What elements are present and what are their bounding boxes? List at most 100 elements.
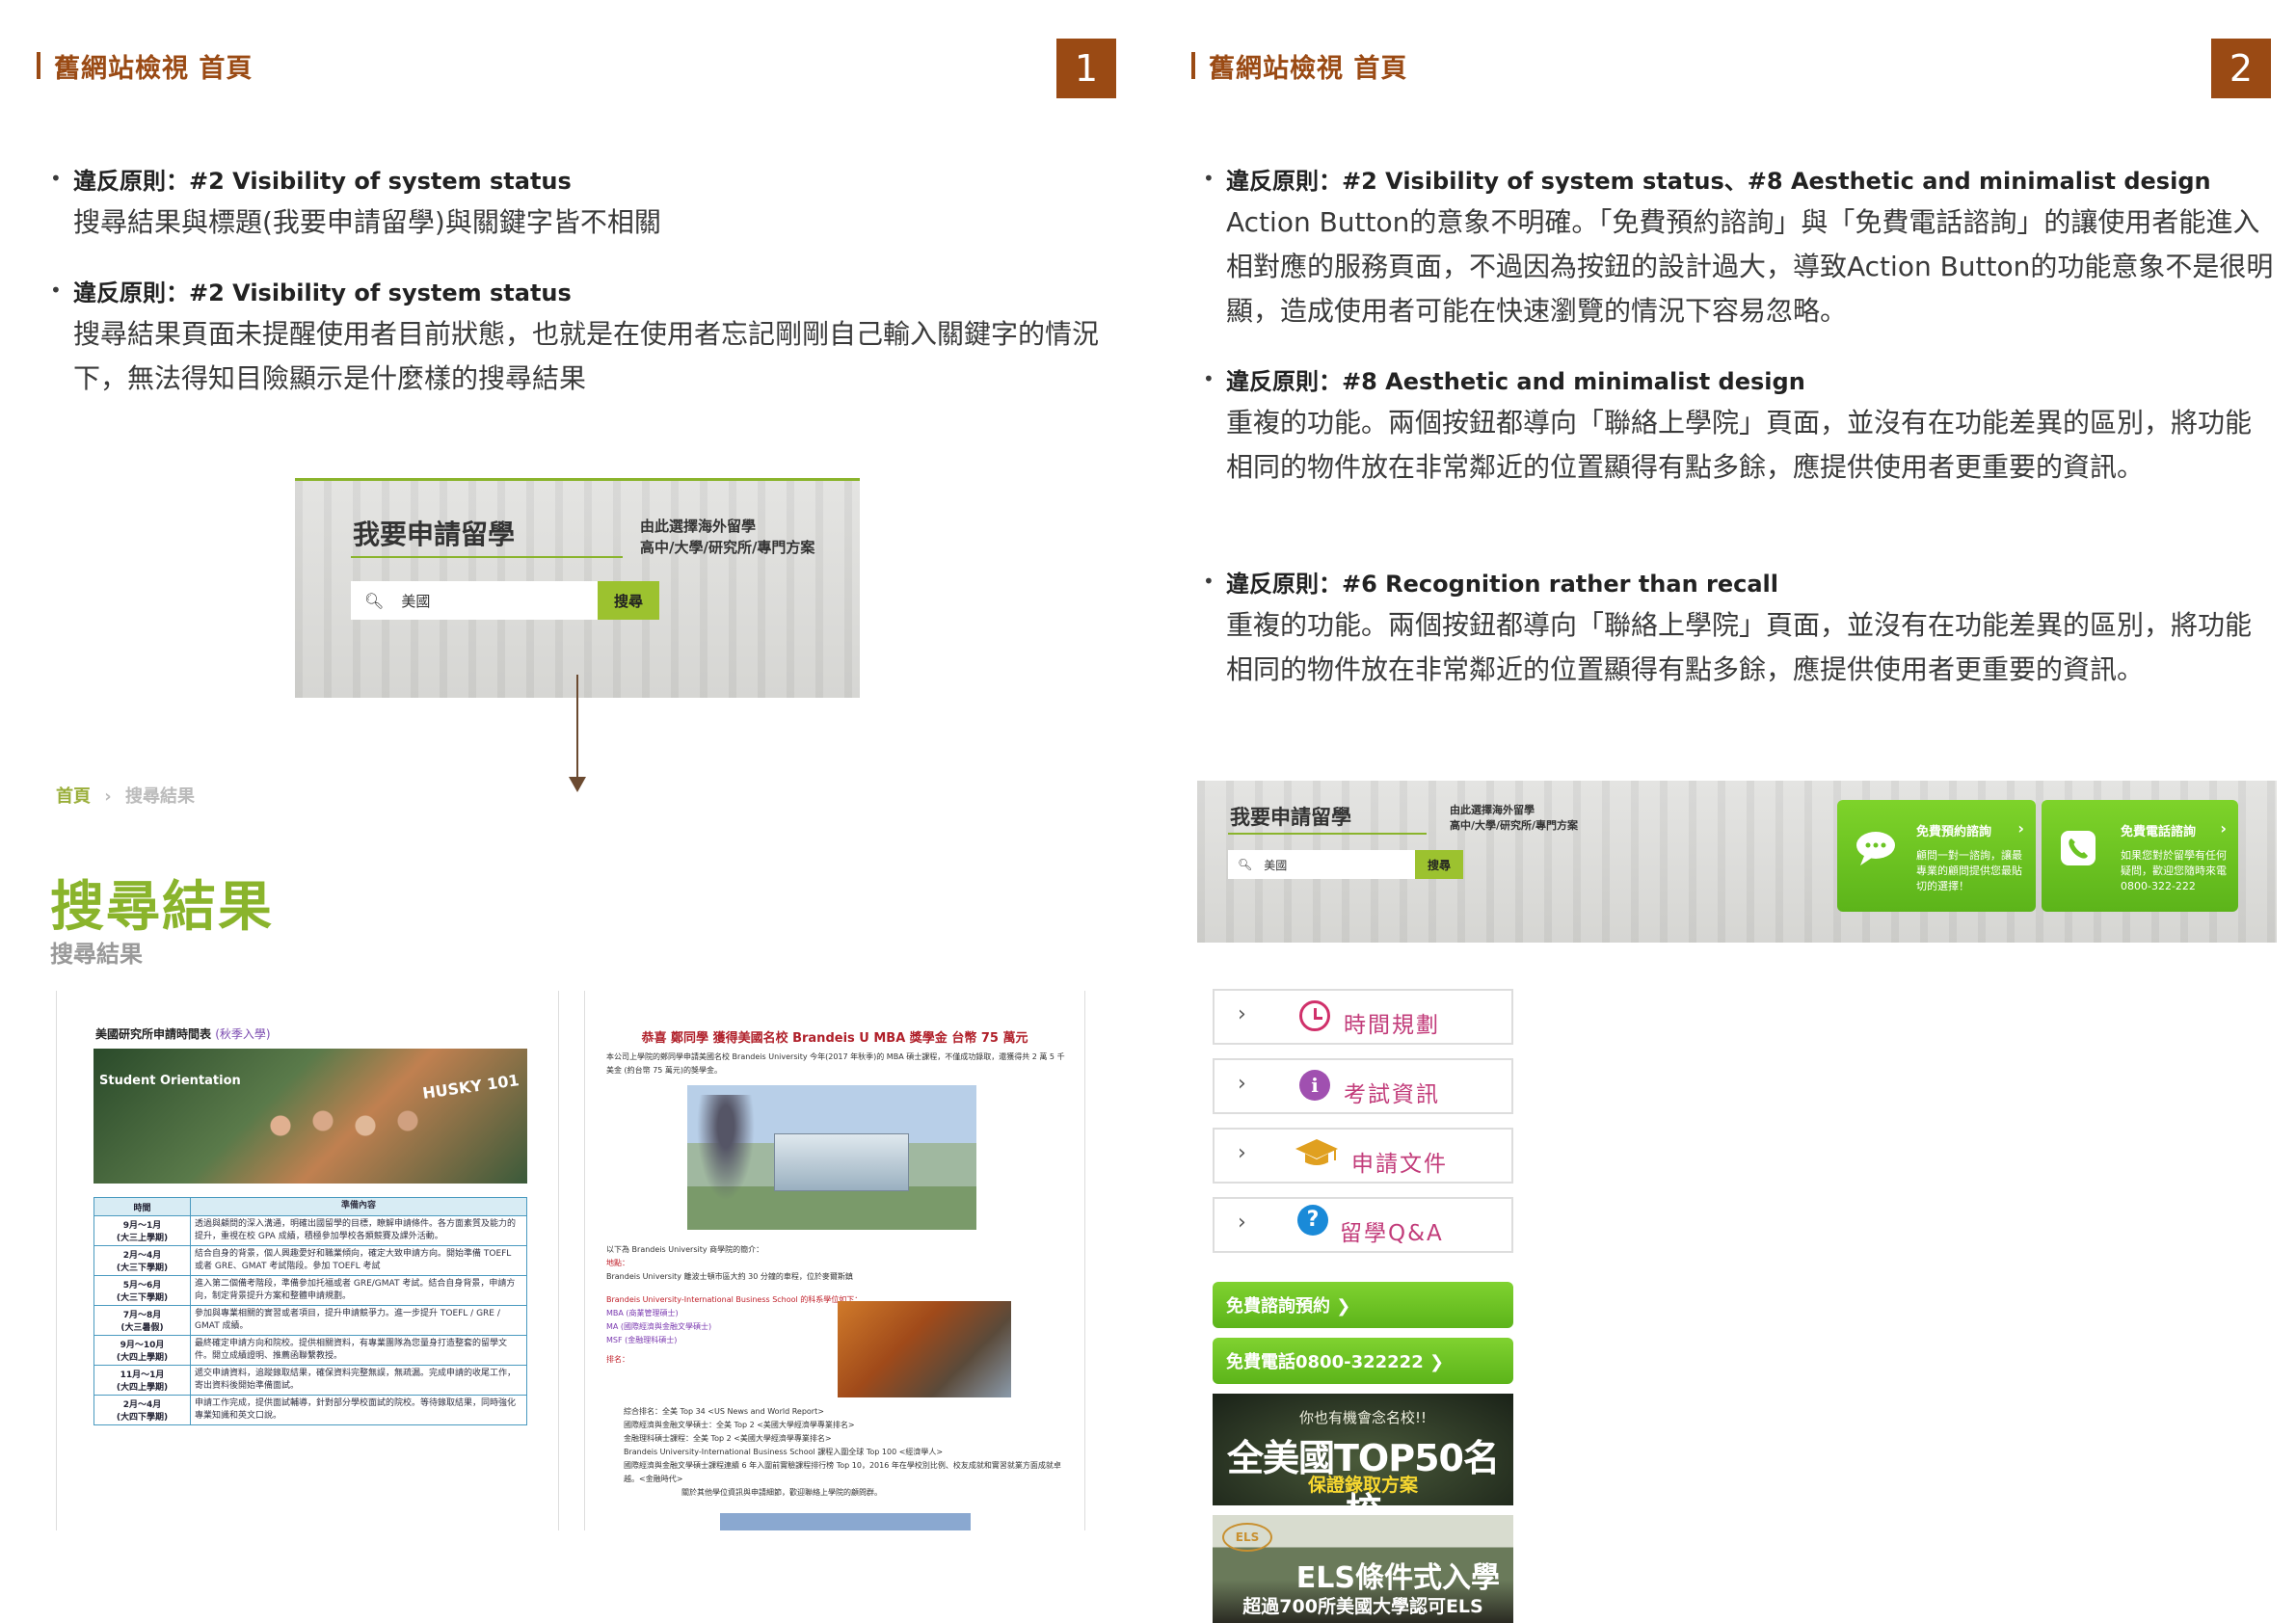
campus-photo (687, 1085, 976, 1230)
ad-line-2: 超過700所美國大學認可ELS (1242, 1596, 1483, 1617)
bullet-dot: • (1203, 167, 1215, 190)
header-bar (37, 52, 40, 79)
panel-1: 舊網站檢視 首頁 1 • 違反原則：#2 Visibility of syste… (0, 0, 1118, 1623)
cta-title: 免費電話諮詢 (2121, 825, 2197, 839)
doc1-title-note: (秋季入學) (215, 1027, 271, 1041)
menu-label: 申請文件 (1351, 1152, 1448, 1177)
principle-body-line: 下，無法得知目險顯示是什麼樣的搜尋結果 (73, 362, 587, 394)
doc2-line: 國際經濟與金融文學碩士：全美 Top 2 <美國大學經濟學專業排名> (624, 1421, 855, 1429)
principle-body-line: 相對應的服務頁面，不過因為按鈕的設計過大，導致Action Button的功能意… (1226, 251, 2274, 282)
search-subtitle-2: 高中/大學/研究所/專門方案 (1450, 819, 1579, 832)
table-cell-content: 參加與專業相關的實習或者項目，提升申請競爭力。進一步提升 TOEFL / GRE… (195, 1309, 500, 1331)
search-button[interactable]: 搜尋 (1415, 850, 1463, 879)
free-consult-booking-button[interactable]: 免費諮詢預約 ❯ (1213, 1282, 1513, 1328)
search-icon: 🔍︎ (364, 591, 385, 610)
search-input[interactable]: 🔍︎ 美國 (1228, 850, 1415, 879)
info-icon: i (1299, 1070, 1330, 1101)
principle-label: 違反原則： (1226, 168, 1342, 195)
title-underline (1228, 833, 1427, 835)
principle-body-line: 相同的物件放在非常鄰近的位置顯得有點多餘，應提供使用者更重要的資訊。 (1226, 653, 2145, 685)
castle-photo (838, 1301, 1011, 1397)
bullet-dot: • (1203, 367, 1215, 390)
header-title: 舊網站檢視 首頁 (1209, 53, 1408, 84)
menu-item-schedule[interactable]: › 時間規劃 (1213, 989, 1513, 1045)
free-phone-cta[interactable]: 免費電話諮詢 › 如果您對於留學有任何疑問，歡迎您隨時來電 0800-322-2… (2042, 800, 2238, 912)
chat-bubble-icon (1855, 829, 1899, 867)
doc2-line: 以下為 Brandeis University 商學院的簡介： (606, 1245, 764, 1254)
table-cell-content: 結合自身的背景，個人興趣愛好和職業傾向，確定大致申請方向。開始準備 TOEFL … (195, 1249, 512, 1271)
principle-label: 違反原則： (73, 279, 189, 306)
menu-item-qa[interactable]: › ? 留學Q&A (1213, 1197, 1513, 1253)
result-document-2[interactable]: 恭喜 鄭同學 獲得美國名校 Brandeis U MBA 獎學金 台幣 75 萬… (584, 991, 1085, 1530)
principle-label: 違反原則： (73, 168, 189, 195)
menu-label: 留學Q&A (1340, 1221, 1444, 1246)
search-input[interactable]: 🔍︎ 美國 (351, 581, 598, 620)
principle-body: 搜尋結果與標題(我要申請留學)與關鍵字皆不相關 (73, 206, 661, 238)
graduation-cap-icon (1295, 1139, 1338, 1170)
principle-name: #6 Recognition rather than recall (1342, 571, 1778, 598)
menu-item-exam-info[interactable]: › i 考試資訊 (1213, 1058, 1513, 1114)
chevron-right-icon: › (1238, 1141, 1246, 1165)
chevron-right-icon: › (1238, 1211, 1246, 1235)
principle-label: 違反原則： (1226, 368, 1342, 395)
table-cell-time: 11月～1月 (大四上學期) (94, 1366, 191, 1395)
result-document-1[interactable]: 美國研究所申請時間表 (秋季入學) Student Orientation HU… (56, 991, 559, 1530)
bullet-dot: • (1203, 570, 1215, 593)
principle-body-line: 重複的功能。兩個按鈕都導向「聯絡上學院」頁面，並沒有在功能差異的區別，將功能 (1226, 407, 2253, 439)
table-cell-time: 9月～10月 (大四上學期) (94, 1336, 191, 1365)
doc2-line: 關於其他學位資訊與申請細節，歡迎聯絡上學院的顧問群。 (681, 1488, 882, 1497)
timeline-table: 時間 準備內容 9月～1月 (大三上學期) 透過與顧問的深入溝通，明確出國留學的目… (93, 1197, 527, 1425)
search-input-value: 美國 (1264, 858, 1288, 872)
orientation-photo: Student Orientation HUSKY 101 (93, 1049, 527, 1184)
title-underline (351, 556, 623, 558)
principle-point-1: • 違反原則：#2 Visibility of system status、#8… (1203, 162, 2277, 333)
building-shape (774, 1133, 909, 1191)
table-row: 5月～6月 (大三下學期) 進入第二個備考階段，準備參加托福或者 GRE/GMAT… (94, 1275, 526, 1305)
chevron-right-icon: › (2220, 819, 2227, 838)
search-icon: 🔍︎ (1238, 858, 1253, 871)
els-ad-banner[interactable]: ELS ELS條件式入學 超過700所美國大學認可ELS (1213, 1515, 1513, 1623)
table-header-cell: 時間 (94, 1198, 191, 1215)
principle-heading: 違反原則：#8 Aesthetic and minimalist design (1226, 362, 2277, 401)
els-logo: ELS (1222, 1523, 1272, 1552)
flow-arrow-head (569, 777, 586, 792)
search-widget: 我要申請留學 由此選擇海外留學 高中/大學/研究所/專門方案 🔍︎ 美國 搜尋 (295, 478, 860, 698)
table-row: 7月～8月 (大三暑假) 參加與專業相關的實習或者項目，提升申請競爭力。進一步提升… (94, 1305, 526, 1335)
principle-name: #2 Visibility of system status (189, 279, 572, 306)
table-cell-content: 進入第二個備考階段，準備參加托福或者 GRE/GMAT 考試。結合自身背景，申請… (195, 1279, 516, 1301)
table-row: 9月～1月 (大三上學期) 透過與顧問的深入溝通，明確出國留學的目標，瞭解申請條件… (94, 1215, 526, 1245)
menu-label: 時間規劃 (1344, 1013, 1440, 1038)
free-phone-button[interactable]: 免費電話0800-322222 ❯ (1213, 1338, 1513, 1384)
doc2-title: 恭喜 鄭同學 獲得美國名校 Brandeis U MBA 獎學金 台幣 75 萬… (641, 1031, 1028, 1046)
doc2-line: Brandeis University 離波士頓市區大約 30 分鐘的車程，位於… (606, 1272, 853, 1281)
doc2-line: 綜合排名：全美 Top 34 <US News and World Report… (624, 1407, 824, 1416)
principle-name: #2 Visibility of system status (189, 168, 572, 195)
chevron-right-icon: › (2017, 819, 2024, 838)
free-booking-cta[interactable]: 免費預約諮詢 › 顧問一對一諮詢，讓最專業的顧問提供您最貼切的選擇！ (1837, 800, 2036, 912)
flow-arrow-line (576, 675, 578, 781)
ad-line-1: ELS條件式入學 (1295, 1561, 1500, 1595)
principle-name: #8 Aesthetic and minimalist design (1342, 368, 1805, 395)
ad-line-1: 你也有機會念名校!! (1298, 1409, 1428, 1426)
principle-body-line: Action Button的意象不明確。「免費預約諮詢」與「免費電話諮詢」的讓使… (1226, 206, 2260, 238)
principle-label: 違反原則： (1226, 571, 1342, 598)
bullet-dot: • (50, 279, 62, 302)
table-cell-time: 5月～6月 (大三下學期) (94, 1276, 191, 1305)
cta-title: 免費預約諮詢 (1916, 825, 1992, 839)
doc1-title: 美國研究所申請時間表 (秋季入學) (95, 1025, 271, 1042)
page-number-badge: 1 (1056, 39, 1116, 98)
principle-name: #2 Visibility of system status、#8 Aesthe… (1342, 168, 2211, 195)
breadcrumb-home[interactable]: 首頁 (56, 786, 91, 807)
table-row: 2月～4月 (大三下學期) 結合自身的背景，個人興趣愛好和職業傾向，確定大致申請方… (94, 1245, 526, 1275)
principle-heading: 違反原則：#2 Visibility of system status (73, 274, 1114, 312)
top50-ad-banner[interactable]: 你也有機會念名校!! 全美國TOP50名校 保證錄取方案 (1213, 1394, 1513, 1505)
clock-icon (1299, 1000, 1330, 1031)
search-button[interactable]: 搜尋 (598, 581, 659, 620)
menu-item-documents[interactable]: › 申請文件 (1213, 1128, 1513, 1184)
table-cell-time: 2月～4月 (大四下學期) (94, 1396, 191, 1424)
principle-body-line: 搜尋結果頁面未提醒使用者目前狀態，也就是在使用者忘記剛剛自己輸入關鍵字的情況 (73, 318, 1100, 350)
principle-point-1: • 違反原則：#2 Visibility of system status 搜尋… (50, 162, 1095, 245)
page-number-badge: 2 (2211, 39, 2271, 98)
doc2-line: 地點： (606, 1259, 629, 1267)
principle-body-line: 相同的物件放在非常鄰近的位置顯得有點多餘，應提供使用者更重要的資訊。 (1226, 451, 2145, 483)
